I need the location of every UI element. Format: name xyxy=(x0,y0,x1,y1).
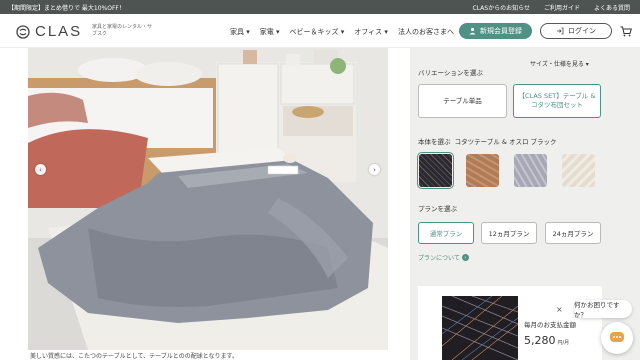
register-label: 新規会員登録 xyxy=(480,27,522,35)
chat-close-button[interactable]: × xyxy=(556,305,563,314)
color-heading: 本体を選ぶ コタツテーブル & オスロ ブラック xyxy=(418,138,557,146)
login-icon xyxy=(557,27,564,35)
monthly-price: 5,280 円/月 xyxy=(524,334,570,347)
plan-12-months[interactable]: 12ヵ月プラン xyxy=(481,222,537,244)
variation-set[interactable]: 【CLAS SET】テーブル & コタツ布団セット xyxy=(513,84,601,118)
promo-link[interactable]: 【期間限定】まとめ借りで 最大10%OFF！ xyxy=(8,3,125,12)
monthly-payment-label: 毎月のお支払金額 xyxy=(524,321,576,329)
tagline: 家具と家電のレンタル・サブスク xyxy=(92,24,153,37)
swatch-gray[interactable] xyxy=(514,154,547,187)
chat-launcher-button[interactable] xyxy=(601,322,633,354)
plan-heading: プランを選ぶ xyxy=(418,205,457,213)
product-photo-illustration xyxy=(28,48,388,350)
chevron-left-icon: ‹ xyxy=(39,165,42,174)
size-spec-link[interactable]: サイズ・仕様を見る ▾ xyxy=(530,59,589,68)
logo[interactable]: CLAS xyxy=(16,23,82,40)
news-link[interactable]: CLASからのお知らせ xyxy=(473,3,530,12)
login-button[interactable]: ログイン xyxy=(540,23,612,39)
logo-text: CLAS xyxy=(35,23,83,40)
swatch-brown[interactable] xyxy=(466,154,499,187)
gallery-next-button[interactable]: › xyxy=(369,164,380,175)
product-image xyxy=(28,48,388,350)
chevron-right-icon: › xyxy=(373,165,376,174)
user-plus-icon xyxy=(469,27,476,35)
nav-baby-kids[interactable]: ベビー＆キッズ ▾ xyxy=(290,27,345,37)
guide-link[interactable]: ご利用ガイド xyxy=(544,3,580,12)
nav-office[interactable]: オフィス ▾ xyxy=(354,27,388,37)
variation-heading: バリエーションを選ぶ xyxy=(418,69,483,77)
logo-mark-icon xyxy=(16,24,30,39)
nav-appliances[interactable]: 家電 ▾ xyxy=(260,27,280,37)
fabric-texture-image xyxy=(442,296,518,360)
faq-link[interactable]: よくある質問 xyxy=(594,3,630,12)
top-links: CLASからのお知らせ ご利用ガイド よくある質問 xyxy=(473,3,631,12)
plan-24-months[interactable]: 24ヵ月プラン xyxy=(545,222,601,244)
top-announcement-bar: 【期間限定】まとめ借りで 最大10%OFF！ CLASからのお知らせ ご利用ガイ… xyxy=(0,0,640,14)
corporate-link[interactable]: 法人のお客さまへ xyxy=(398,27,454,37)
info-icon: › xyxy=(461,254,469,261)
main-nav: 家具 ▾ 家電 ▾ ベビー＆キッズ ▾ オフィス ▾ xyxy=(230,27,388,37)
chat-icon xyxy=(610,332,624,342)
chat-bubble[interactable]: 何かお困りですか？ xyxy=(574,300,632,319)
plan-normal[interactable]: 通常プラン xyxy=(418,222,474,244)
nav-furniture[interactable]: 家具 ▾ xyxy=(230,27,250,37)
product-caption: 美しい質感には、こたつのテーブルとして、テーブルとのの配球となります。 xyxy=(30,353,238,360)
site-header: CLAS 家具と家電のレンタル・サブスク 家具 ▾ 家電 ▾ ベビー＆キッズ ▾… xyxy=(0,14,640,48)
swatch-oslo-black[interactable] xyxy=(417,152,454,189)
cart-icon[interactable] xyxy=(620,26,632,37)
register-button[interactable]: 新規会員登録 xyxy=(459,23,532,39)
login-label: ログイン xyxy=(568,27,596,35)
selected-color-name: コタツテーブル & オスロ ブラック xyxy=(454,138,557,146)
selected-swatch-thumbnail xyxy=(442,296,518,360)
swatch-beige[interactable] xyxy=(562,154,595,187)
about-plan-link[interactable]: プランについて › xyxy=(418,253,469,262)
gallery-prev-button[interactable]: ‹ xyxy=(35,164,46,175)
variation-table-only[interactable]: テーブル単品 xyxy=(418,84,507,118)
